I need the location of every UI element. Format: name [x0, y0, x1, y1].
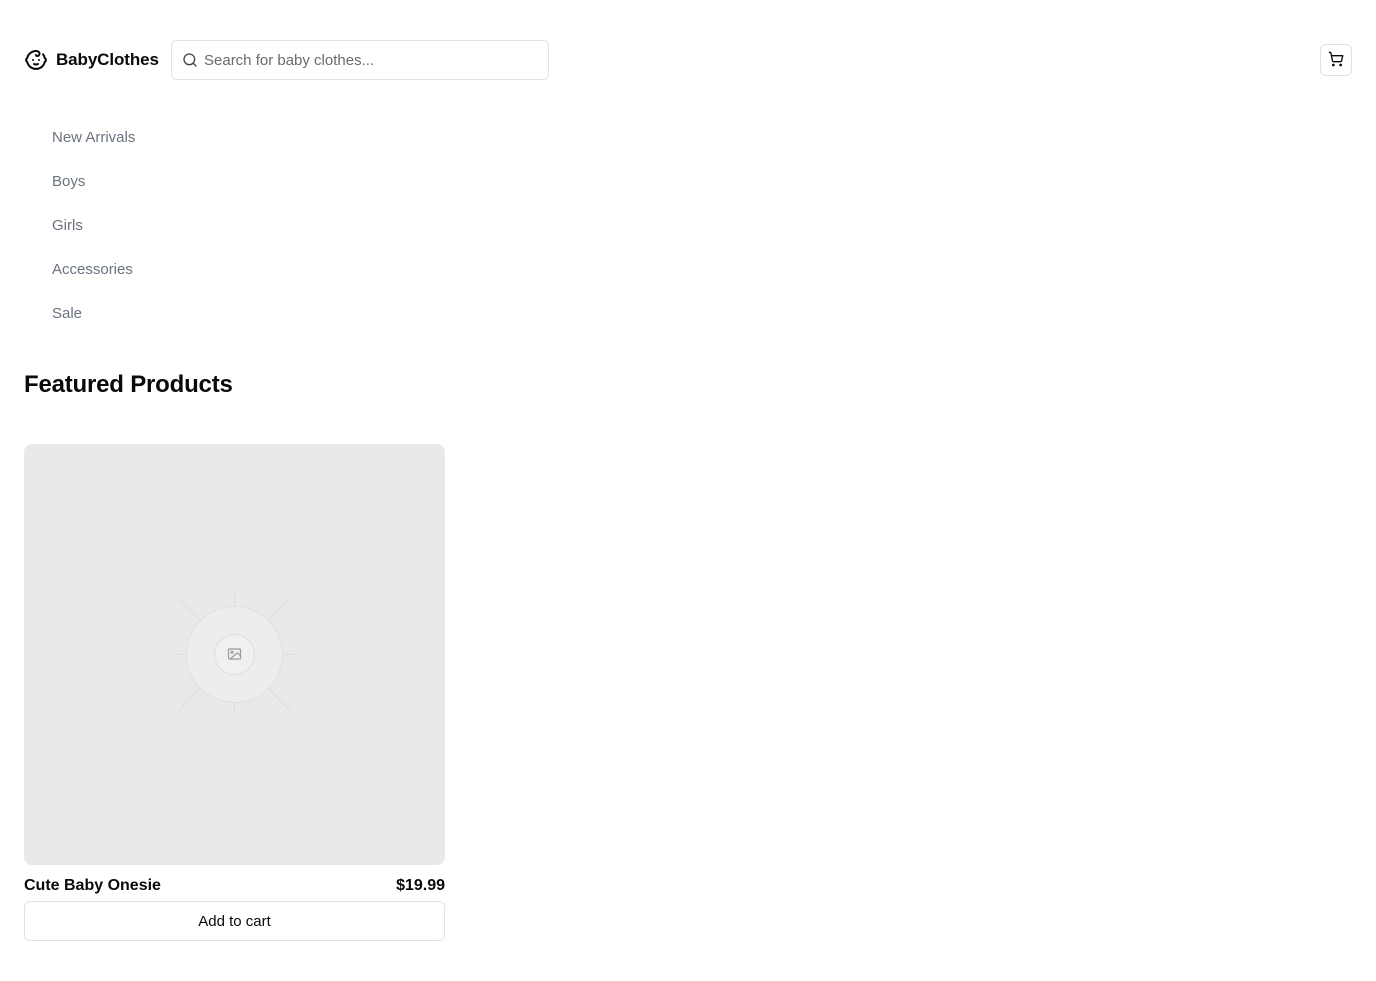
product-info-row: Cute Baby Onesie $19.99 [24, 877, 445, 895]
add-to-cart-button[interactable]: Add to cart [24, 901, 445, 941]
category-nav: New Arrivals Boys Girls Accessories Sale [24, 116, 224, 336]
cart-button[interactable] [1320, 44, 1352, 76]
nav-item-accessories[interactable]: Accessories [24, 248, 224, 292]
nav-item-girls[interactable]: Girls [24, 204, 224, 248]
nav-item-boys[interactable]: Boys [24, 160, 224, 204]
featured-products-heading: Featured Products [24, 371, 233, 398]
product-image[interactable] [24, 444, 445, 865]
product-card: Cute Baby Onesie $19.99 Add to cart [24, 444, 445, 941]
search-box[interactable] [171, 40, 549, 80]
nav-item-new-arrivals[interactable]: New Arrivals [24, 116, 224, 160]
brand-name: BabyClothes [56, 50, 159, 69]
brand-logo[interactable]: BabyClothes [24, 40, 159, 80]
product-name[interactable]: Cute Baby Onesie [24, 877, 161, 895]
search-input[interactable] [204, 41, 534, 79]
product-price: $19.99 [396, 877, 445, 894]
site-header: BabyClothes [24, 40, 1352, 80]
shopping-cart-icon [1328, 51, 1344, 70]
nav-item-sale[interactable]: Sale [24, 292, 224, 336]
search-icon [182, 52, 198, 68]
image-placeholder-icon [174, 594, 295, 715]
baby-face-icon [24, 48, 48, 72]
